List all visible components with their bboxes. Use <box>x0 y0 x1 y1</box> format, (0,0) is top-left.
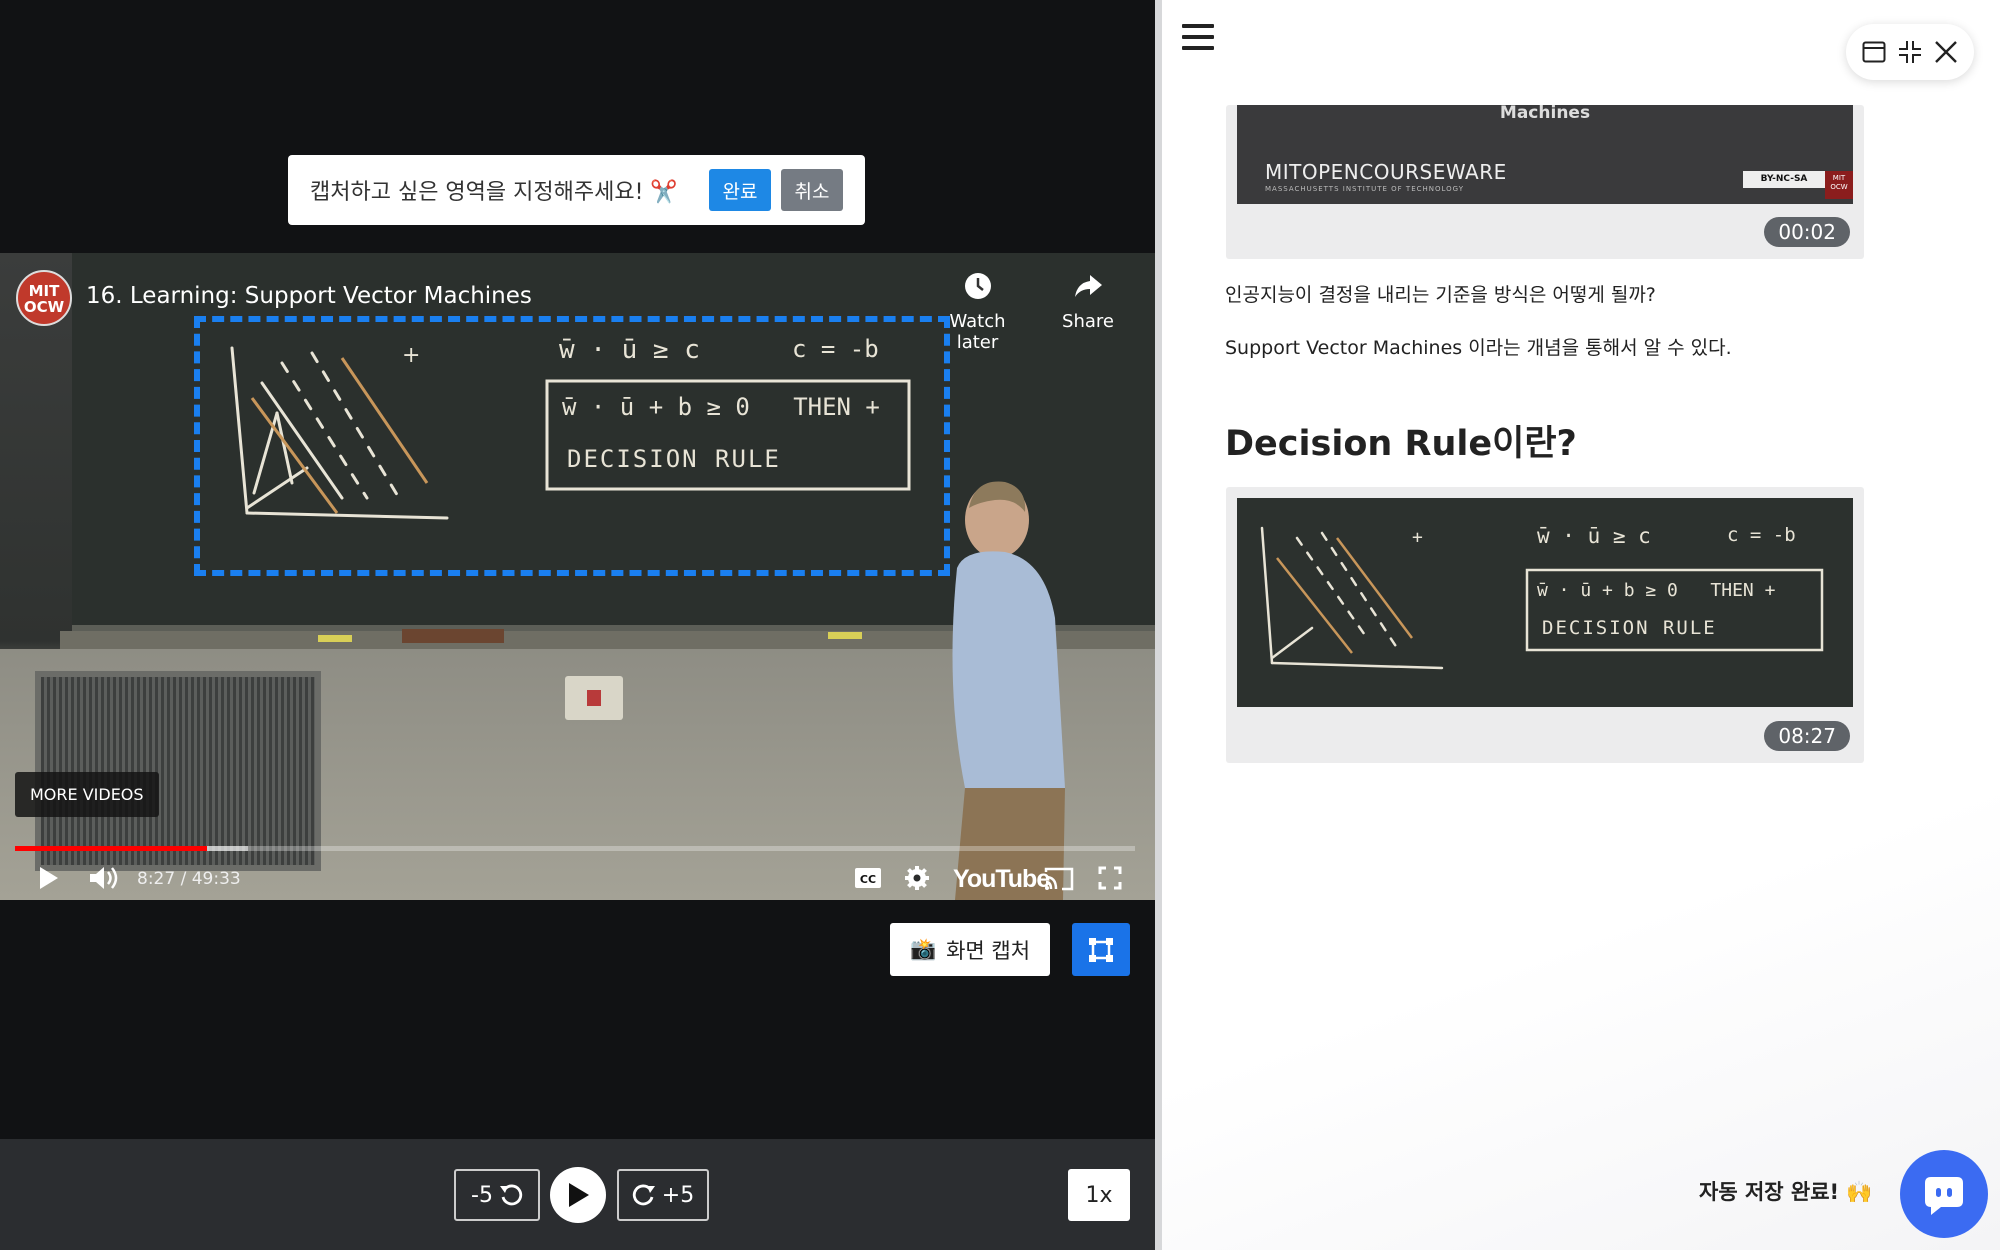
capture-prompt-text: 캡처하고 싶은 영역을 지정해주세요! ✂️ <box>310 180 678 205</box>
capture-thumbnail[interactable]: + w̄ · ū ≥ c c = -b w̄ · ū + b ≥ 0 THEN … <box>1237 498 1853 707</box>
watch-later-label: Watch later <box>949 311 1006 353</box>
capture-prompt: 캡처하고 싶은 영역을 지정해주세요! ✂️ 완료 취소 <box>288 155 865 225</box>
radiator <box>35 671 321 871</box>
mit-badge: MIT OCW <box>1825 171 1853 199</box>
share-button[interactable]: Share <box>1058 271 1118 332</box>
youtube-logo[interactable]: YouTube <box>953 865 1050 894</box>
player-controls: 8:27 / 49:33 CC YouTube <box>0 857 1155 900</box>
note-paragraph[interactable]: 인공지능이 결정을 내리는 기준을 방식은 어떻게 될까? <box>1225 280 1656 307</box>
close-icon[interactable] <box>1934 40 1958 64</box>
eraser <box>402 629 504 643</box>
timestamp-badge[interactable]: 08:27 <box>1764 721 1850 751</box>
video-progress-bar[interactable] <box>15 846 1135 851</box>
board-rule-line: w̄ · ū + b ≥ 0 THEN + <box>1537 580 1776 601</box>
license-badge: BY-NC-SA <box>1743 171 1825 188</box>
minimize-icon[interactable] <box>1898 40 1922 64</box>
chalk-piece <box>318 635 352 642</box>
screen-capture-label: 화면 캡처 <box>946 938 1031 963</box>
playback-speed-button[interactable]: 1x <box>1068 1169 1130 1221</box>
thumb-title: Machines <box>1499 103 1591 123</box>
capture-card[interactable]: + w̄ · ū ≥ c c = -b w̄ · ū + b ≥ 0 THEN … <box>1226 487 1864 763</box>
forward-icon <box>632 1184 655 1206</box>
video-player[interactable]: + w̄ · ū ≥ c c = -b w̄ · ū + b ≥ 0 THEN … <box>0 253 1155 900</box>
fullscreen-icon[interactable] <box>1098 866 1122 890</box>
chalk-piece <box>828 632 862 639</box>
video-title[interactable]: 16. Learning: Support Vector Machines <box>86 283 532 309</box>
capture-card[interactable]: Machines MITOPENCOURSEWARE MASSACHUSETTS… <box>1226 103 1864 259</box>
clock-icon <box>964 273 991 299</box>
ocw-brand-name: MITOPENCOURSEWARE <box>1265 160 1507 184</box>
more-videos-button[interactable]: MORE VIDEOS <box>15 772 159 817</box>
board-rule-name: DECISION RULE <box>1542 617 1717 639</box>
region-select-button[interactable] <box>1072 923 1130 976</box>
capture-cancel-button[interactable]: 취소 <box>781 169 843 211</box>
capture-selection-region[interactable] <box>194 316 950 576</box>
note-heading[interactable]: Decision Rule이란? <box>1225 415 1577 466</box>
skip-back-label: -5 <box>471 1182 493 1208</box>
menu-icon[interactable] <box>1182 24 1214 52</box>
share-label: Share <box>1062 311 1114 332</box>
board-eq2: c = -b <box>1727 524 1796 546</box>
svg-text:CC: CC <box>860 873 876 886</box>
ocw-brand-sub: MASSACHUSETTS INSTITUTE OF TECHNOLOGY <box>1265 185 1465 193</box>
skip-forward-label: +5 <box>661 1182 695 1208</box>
timestamp-badge[interactable]: 00:02 <box>1764 217 1850 247</box>
chat-icon <box>1925 1177 1963 1215</box>
panel-divider[interactable] <box>1155 0 1162 1250</box>
window-controls <box>1846 24 1974 80</box>
played-bar <box>15 846 207 851</box>
camera-icon: 📸 <box>909 937 937 961</box>
autosave-status: 자동 저장 완료! 🙌 <box>1699 1180 1873 1204</box>
note-paragraph[interactable]: Support Vector Machines 이라는 개념을 통해서 알 수 … <box>1225 333 1732 360</box>
screen-capture-button[interactable]: 📸 화면 캡처 <box>890 923 1050 976</box>
volume-icon[interactable] <box>88 865 120 891</box>
skip-forward-button[interactable]: +5 <box>617 1169 709 1221</box>
capture-ok-button[interactable]: 완료 <box>709 169 771 211</box>
skip-back-button[interactable]: -5 <box>454 1169 540 1221</box>
cast-icon[interactable] <box>1044 867 1074 891</box>
play-button[interactable] <box>550 1167 606 1223</box>
cc-icon[interactable]: CC <box>854 867 882 889</box>
lecturer <box>952 481 1065 900</box>
capture-thumbnail[interactable]: Machines MITOPENCOURSEWARE MASSACHUSETTS… <box>1237 103 1853 204</box>
playback-bar: -5 +5 1x <box>0 1139 1155 1250</box>
chalk-drawing: + w̄ · ū ≥ c c = -b w̄ · ū + b ≥ 0 THEN … <box>1260 524 1824 670</box>
notes-panel: Machines MITOPENCOURSEWARE MASSACHUSETTS… <box>1162 0 2000 1250</box>
watch-later-button[interactable]: Watch later <box>930 271 1025 353</box>
wall-switch <box>565 676 623 720</box>
board-plus: + <box>1412 527 1423 548</box>
channel-logo[interactable]: MIT OCW <box>16 270 72 326</box>
share-icon <box>1075 275 1102 297</box>
video-panel: 캡처하고 싶은 영역을 지정해주세요! ✂️ 완료 취소 + w̄ · ū ≥ … <box>0 0 1155 1250</box>
time-display: 8:27 / 49:33 <box>137 869 241 889</box>
rewind-icon <box>499 1184 523 1206</box>
ocw-brand: MITOPENCOURSEWARE MASSACHUSETTS INSTITUT… <box>1265 160 1507 193</box>
play-icon[interactable] <box>38 865 60 891</box>
settings-icon[interactable] <box>904 865 930 891</box>
board-eq1: w̄ · ū ≥ c <box>1537 524 1651 548</box>
window-icon[interactable] <box>1862 41 1886 63</box>
region-select-icon <box>1089 937 1113 962</box>
chat-button[interactable] <box>1900 1150 1988 1238</box>
play-icon <box>569 1183 589 1207</box>
